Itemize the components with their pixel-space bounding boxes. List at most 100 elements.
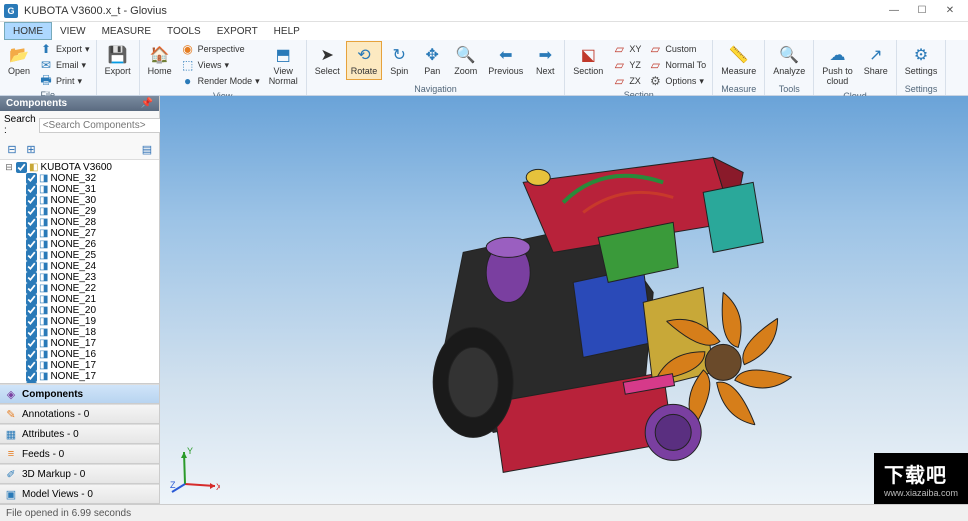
tree-item[interactable]: ◨NONE_20 bbox=[2, 305, 157, 316]
select-button[interactable]: ➤Select bbox=[310, 41, 345, 80]
views-button[interactable]: ⬚Views ▾ bbox=[178, 57, 263, 73]
tree-checkbox[interactable] bbox=[26, 316, 37, 327]
normalto-button[interactable]: ▱Normal To bbox=[645, 57, 709, 73]
tree-checkbox[interactable] bbox=[26, 217, 37, 228]
tree-item[interactable]: ◨NONE_29 bbox=[2, 206, 157, 217]
measure-label: Measure bbox=[721, 67, 756, 77]
custom-button[interactable]: ▱Custom bbox=[645, 41, 709, 57]
tree-checkbox[interactable] bbox=[26, 283, 37, 294]
maximize-button[interactable]: ☐ bbox=[908, 2, 936, 20]
expand-all-button[interactable]: ⊞ bbox=[23, 141, 39, 157]
component-tree[interactable]: ⊟◧KUBOTA V3600◨NONE_32◨NONE_31◨NONE_30◨N… bbox=[0, 160, 159, 383]
open-button[interactable]: 📂 Open bbox=[3, 41, 35, 80]
measure-button[interactable]: 📏Measure bbox=[716, 41, 761, 80]
tree-checkbox[interactable] bbox=[26, 173, 37, 184]
tree-checkbox[interactable] bbox=[26, 272, 37, 283]
tree-options-button[interactable]: ▤ bbox=[139, 141, 155, 157]
tree-checkbox[interactable] bbox=[26, 261, 37, 272]
pin-icon[interactable]: 📌 bbox=[141, 98, 153, 109]
export-small-button[interactable]: ⬆Export ▾ bbox=[36, 41, 93, 57]
zx-button[interactable]: ▱ZX bbox=[609, 73, 644, 89]
spin-button[interactable]: ↻Spin bbox=[383, 41, 415, 80]
tree-checkbox[interactable] bbox=[16, 162, 27, 173]
tree-checkbox[interactable] bbox=[26, 250, 37, 261]
panel-tab-attributes[interactable]: ▦Attributes - 0 bbox=[0, 424, 159, 444]
section-button[interactable]: ⬕Section bbox=[568, 41, 608, 80]
tree-checkbox[interactable] bbox=[26, 294, 37, 305]
menu-view[interactable]: VIEW bbox=[52, 22, 94, 40]
previous-button[interactable]: ⬅Previous bbox=[483, 41, 528, 80]
zoom-button[interactable]: 🔍Zoom bbox=[449, 41, 482, 80]
xy-button[interactable]: ▱XY bbox=[609, 41, 644, 57]
tree-checkbox[interactable] bbox=[26, 360, 37, 371]
minimize-button[interactable]: — bbox=[880, 2, 908, 20]
tree-item[interactable]: ◨NONE_26 bbox=[2, 239, 157, 250]
tree-item[interactable]: ◨NONE_27 bbox=[2, 228, 157, 239]
print-button[interactable]: 🖶Print ▾ bbox=[36, 73, 93, 89]
analyze-label: Analyze bbox=[773, 67, 805, 77]
panel-tab-annotations[interactable]: ✎Annotations - 0 bbox=[0, 404, 159, 424]
tree-checkbox[interactable] bbox=[26, 239, 37, 250]
menu-home[interactable]: HOME bbox=[4, 22, 52, 40]
tree-checkbox[interactable] bbox=[26, 349, 37, 360]
options-label: Options bbox=[665, 76, 696, 86]
tree-item-label: NONE_26 bbox=[50, 239, 96, 250]
spin-icon: ↻ bbox=[388, 44, 410, 66]
tree-item[interactable]: ◨NONE_19 bbox=[2, 316, 157, 327]
tree-checkbox[interactable] bbox=[26, 338, 37, 349]
tree-item[interactable]: ◨NONE_30 bbox=[2, 195, 157, 206]
part-icon: ◨ bbox=[39, 283, 48, 294]
tree-checkbox[interactable] bbox=[26, 371, 37, 382]
rotate-button[interactable]: ⟲Rotate bbox=[346, 41, 383, 80]
export-button[interactable]: 💾 Export bbox=[100, 41, 136, 80]
panel-tab-components[interactable]: ◈Components bbox=[0, 384, 159, 404]
panel-tab-feeds[interactable]: ≡Feeds - 0 bbox=[0, 444, 159, 464]
tree-item[interactable]: ◨NONE_22 bbox=[2, 283, 157, 294]
share-button[interactable]: ↗Share bbox=[859, 41, 893, 80]
share-label: Share bbox=[864, 67, 888, 77]
tree-item[interactable]: ◨NONE_28 bbox=[2, 217, 157, 228]
tree-item[interactable]: ◨NONE_17 bbox=[2, 360, 157, 371]
tree-item[interactable]: ◨NONE_31 bbox=[2, 184, 157, 195]
tree-checkbox[interactable] bbox=[26, 327, 37, 338]
next-button[interactable]: ➡Next bbox=[529, 41, 561, 80]
menu-tools[interactable]: TOOLS bbox=[159, 22, 209, 40]
analyze-button[interactable]: 🔍Analyze bbox=[768, 41, 810, 80]
tree-expander[interactable]: ⊟ bbox=[4, 162, 14, 173]
tree-item[interactable]: ◨NONE_21 bbox=[2, 294, 157, 305]
menu-export[interactable]: EXPORT bbox=[209, 22, 266, 40]
tree-item[interactable]: ◨NONE_24 bbox=[2, 261, 157, 272]
tree-checkbox[interactable] bbox=[26, 228, 37, 239]
analyze-icon: 🔍 bbox=[778, 44, 800, 66]
menu-help[interactable]: HELP bbox=[266, 22, 308, 40]
close-button[interactable]: ✕ bbox=[936, 2, 964, 20]
panel-tab-markup[interactable]: ✐3D Markup - 0 bbox=[0, 464, 159, 484]
home-button[interactable]: 🏠 Home bbox=[143, 41, 177, 80]
settings-button[interactable]: ⚙Settings bbox=[900, 41, 943, 80]
tree-item[interactable]: ◨NONE_17 bbox=[2, 371, 157, 382]
tree-checkbox[interactable] bbox=[26, 305, 37, 316]
part-icon: ◨ bbox=[39, 338, 48, 349]
search-input[interactable] bbox=[39, 118, 179, 133]
tree-checkbox[interactable] bbox=[26, 184, 37, 195]
render-mode-button[interactable]: ●Render Mode ▾ bbox=[178, 73, 263, 89]
panel-tab-views[interactable]: ▣Model Views - 0 bbox=[0, 484, 159, 504]
tree-checkbox[interactable] bbox=[26, 195, 37, 206]
tree-item[interactable]: ◨NONE_16 bbox=[2, 349, 157, 360]
push-cloud-button[interactable]: ☁Push to cloud bbox=[817, 41, 858, 90]
tree-item[interactable]: ◨NONE_32 bbox=[2, 173, 157, 184]
tree-item[interactable]: ◨NONE_23 bbox=[2, 272, 157, 283]
view-normal-button[interactable]: ⬒ View Normal bbox=[264, 41, 303, 90]
collapse-all-button[interactable]: ⊟ bbox=[4, 141, 20, 157]
tree-item[interactable]: ◨NONE_18 bbox=[2, 327, 157, 338]
perspective-button[interactable]: ◉Perspective bbox=[178, 41, 263, 57]
pan-button[interactable]: ✥Pan bbox=[416, 41, 448, 80]
options-button[interactable]: ⚙Options ▾ bbox=[645, 73, 709, 89]
menu-measure[interactable]: MEASURE bbox=[94, 22, 159, 40]
zoom-icon: 🔍 bbox=[455, 44, 477, 66]
tree-item[interactable]: ◨NONE_25 bbox=[2, 250, 157, 261]
tree-checkbox[interactable] bbox=[26, 206, 37, 217]
yz-button[interactable]: ▱YZ bbox=[609, 57, 644, 73]
viewport-3d[interactable]: X Y Z 下载吧 www.xiazaiba.com bbox=[160, 96, 968, 504]
tree-item[interactable]: ◨NONE_17 bbox=[2, 338, 157, 349]
